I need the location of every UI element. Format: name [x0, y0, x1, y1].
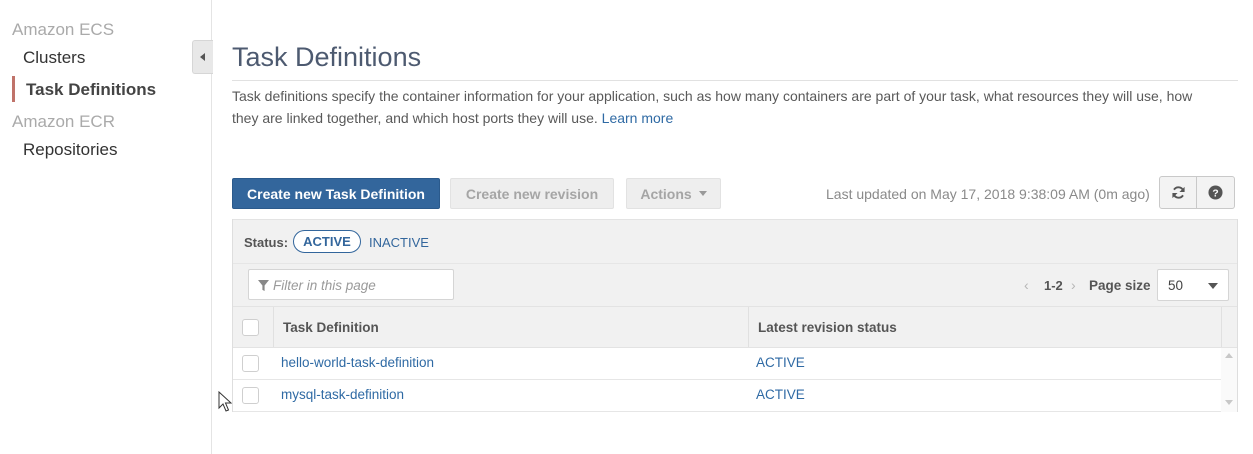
- task-definitions-table-panel: Status: ACTIVE INACTIVE Filter in this p…: [232, 219, 1238, 412]
- revision-status: ACTIVE: [756, 387, 805, 402]
- filter-bar: Filter in this page ‹ 1-2 › Page size 50: [233, 263, 1237, 307]
- last-updated-text: Last updated on May 17, 2018 9:38:09 AM …: [826, 186, 1150, 202]
- sidebar: Amazon ECS Clusters Task Definitions Ama…: [0, 0, 212, 454]
- page-size-value: 50: [1168, 278, 1184, 293]
- task-definition-link[interactable]: hello-world-task-definition: [281, 355, 434, 370]
- pagination-range: 1-2: [1044, 278, 1063, 293]
- sidebar-section-ecr: Amazon ECR: [12, 112, 115, 131]
- title-divider: [232, 80, 1238, 81]
- task-definition-link[interactable]: mysql-task-definition: [281, 387, 404, 402]
- sidebar-item-repositories[interactable]: Repositories: [23, 140, 118, 160]
- status-active-toggle[interactable]: ACTIVE: [293, 230, 361, 253]
- sidebar-section-ecs: Amazon ECS: [12, 20, 115, 39]
- learn-more-link[interactable]: Learn more: [602, 110, 674, 126]
- table-scrollbar[interactable]: [1221, 348, 1237, 412]
- row-checkbox[interactable]: [242, 355, 259, 372]
- svg-text:?: ?: [1212, 188, 1218, 199]
- refresh-button[interactable]: [1159, 176, 1197, 209]
- status-filter-bar: Status: ACTIVE INACTIVE: [233, 219, 1237, 264]
- caret-down-icon: [698, 191, 707, 196]
- page-title: Task Definitions: [232, 42, 422, 72]
- description-text: Task definitions specify the container i…: [232, 88, 1193, 126]
- create-revision-button[interactable]: Create new revision: [450, 178, 614, 209]
- revision-status: ACTIVE: [756, 355, 805, 370]
- table-header: Task Definition Latest revision status: [233, 306, 1237, 348]
- next-page-button[interactable]: ›: [1071, 277, 1076, 293]
- column-header-latest-revision-status[interactable]: Latest revision status: [758, 320, 897, 335]
- column-divider: [748, 307, 749, 347]
- select-all-checkbox[interactable]: [242, 319, 259, 336]
- filter-placeholder: Filter in this page: [273, 278, 376, 293]
- sidebar-collapse-button[interactable]: [192, 40, 213, 74]
- page-description: Task definitions specify the container i…: [232, 86, 1212, 129]
- scroll-down-icon: [1225, 400, 1233, 405]
- filter-icon: [258, 280, 269, 291]
- page-size-label: Page size: [1089, 278, 1151, 293]
- sidebar-item-clusters[interactable]: Clusters: [23, 48, 85, 68]
- column-divider: [1221, 307, 1222, 347]
- sidebar-item-task-definitions[interactable]: Task Definitions: [26, 80, 156, 100]
- page-size-select[interactable]: 50: [1157, 269, 1229, 301]
- column-header-task-definition[interactable]: Task Definition: [283, 320, 379, 335]
- help-icon: ?: [1208, 185, 1223, 200]
- mouse-cursor-icon: [218, 391, 232, 412]
- scroll-up-icon: [1225, 353, 1233, 358]
- actions-dropdown[interactable]: Actions: [626, 178, 721, 209]
- active-indicator: [12, 76, 15, 102]
- status-label: Status:: [244, 235, 289, 250]
- table-row: mysql-task-definition ACTIVE: [233, 380, 1221, 412]
- status-inactive-toggle[interactable]: INACTIVE: [369, 235, 429, 250]
- previous-page-button[interactable]: ‹: [1024, 277, 1029, 293]
- create-task-definition-button[interactable]: Create new Task Definition: [232, 178, 440, 209]
- actions-label: Actions: [640, 185, 692, 202]
- column-divider: [273, 307, 274, 347]
- help-button[interactable]: ?: [1197, 176, 1235, 209]
- refresh-icon: [1171, 186, 1185, 199]
- chevron-left-icon: [200, 53, 205, 61]
- row-checkbox[interactable]: [242, 387, 259, 404]
- table-row: hello-world-task-definition ACTIVE: [233, 348, 1221, 380]
- caret-down-icon: [1208, 283, 1218, 289]
- filter-input[interactable]: Filter in this page: [248, 269, 454, 300]
